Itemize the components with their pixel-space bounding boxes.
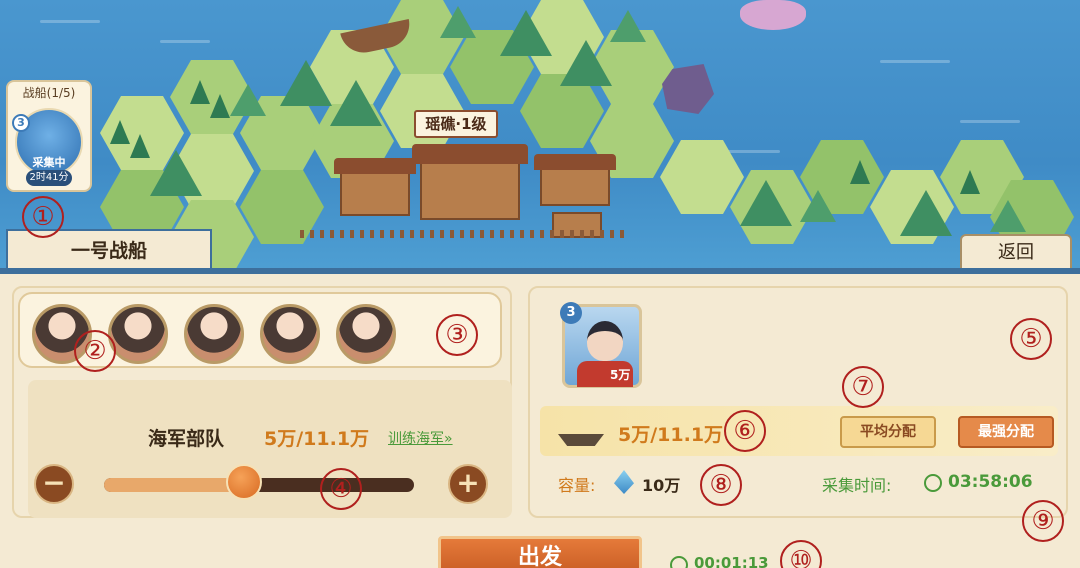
ship-count-title: 战船(1/5): [22, 86, 76, 100]
commander-troops: 5万: [610, 368, 631, 382]
marker-4: ④: [320, 468, 362, 510]
hero-portrait-5[interactable]: [336, 304, 396, 364]
troops-value: 5万/11.1万: [264, 428, 370, 450]
capacity-label: 容量:: [558, 476, 596, 495]
ship-card[interactable]: 战船(1/5) 3 采集中 2时41分: [6, 80, 92, 192]
marker-2: ②: [74, 330, 116, 372]
clock-icon: [924, 474, 942, 492]
troops-label: 海军部队: [148, 428, 225, 450]
world-map[interactable]: 瑶礁·1级 战船(1/5) 3 采集中 2时41分 一号战船 返回: [0, 0, 1080, 272]
marker-8: ⑧: [700, 464, 742, 506]
troop-slider-fill: [104, 478, 244, 492]
commander-level-badge: 3: [560, 302, 582, 324]
return-button[interactable]: 返回: [960, 234, 1072, 270]
ship-status-text: 采集中: [32, 156, 66, 169]
troop-slider-knob[interactable]: [225, 464, 262, 500]
marker-10: ⑩: [780, 540, 822, 568]
hero-portrait-2[interactable]: [108, 304, 168, 364]
marker-9: ⑨: [1022, 500, 1064, 542]
capacity-value: 10万: [642, 476, 681, 495]
march-time-value: 00:01:13: [694, 554, 769, 568]
minus-button[interactable]: −: [34, 464, 74, 504]
town-building[interactable]: [300, 130, 630, 250]
train-navy-link[interactable]: 训练海军»: [388, 428, 453, 448]
marker-6: ⑥: [724, 410, 766, 452]
commander-face: [587, 321, 623, 361]
even-distribute-button[interactable]: 平均分配: [840, 416, 936, 448]
gather-time-value: 03:58:06: [948, 472, 1033, 492]
marker-1: ①: [22, 196, 64, 238]
ship-timer: 2时41分: [26, 170, 72, 186]
marker-5: ⑤: [1010, 318, 1052, 360]
hero-portrait-4[interactable]: [260, 304, 320, 364]
map-divider: [0, 268, 1080, 274]
town-name-label: 瑶礁·1级: [414, 110, 498, 138]
marker-7: ⑦: [842, 366, 884, 408]
ship-level-badge: 3: [12, 114, 30, 132]
march-clock-icon: [670, 556, 688, 568]
gather-time-label: 采集时间:: [822, 476, 892, 495]
depart-button[interactable]: 出发: [438, 536, 642, 568]
pink-island[interactable]: [740, 0, 806, 30]
naval-troop-value: 5万/11.1万: [618, 424, 724, 446]
marker-3: ③: [436, 314, 478, 356]
hero-portrait-3[interactable]: [184, 304, 244, 364]
strongest-distribute-button[interactable]: 最强分配: [958, 416, 1054, 448]
plus-button[interactable]: +: [448, 464, 488, 504]
